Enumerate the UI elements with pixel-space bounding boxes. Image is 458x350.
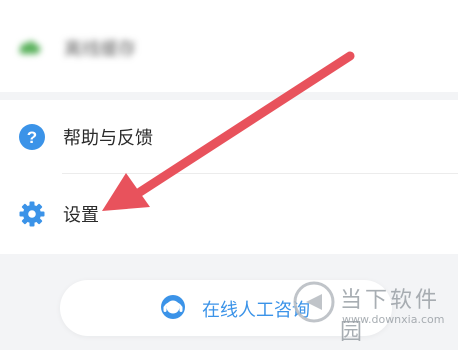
watermark: 当下软件园 www.downxia.com — [292, 280, 452, 345]
watermark-logo-icon — [292, 280, 336, 324]
watermark-url: www.downxia.com — [342, 313, 445, 326]
